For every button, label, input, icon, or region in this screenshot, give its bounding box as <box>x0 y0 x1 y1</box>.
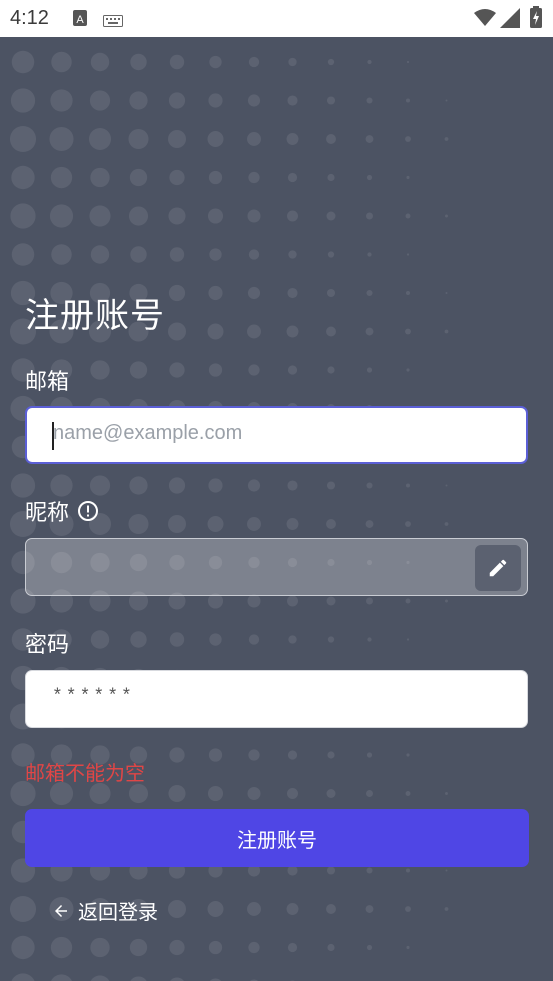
page-title: 注册账号 <box>25 296 165 336</box>
keyboard-icon <box>103 12 123 31</box>
pencil-icon <box>489 559 507 577</box>
battery-icon <box>530 6 542 32</box>
arrow-left-icon <box>55 904 67 917</box>
nickname-label-text: 昵称 <box>25 501 70 526</box>
register-button[interactable]: 注册账号 <box>25 809 529 867</box>
password-input[interactable]: ****** <box>25 670 528 728</box>
email-placeholder: name@example.com <box>53 422 243 444</box>
error-message: 邮箱不能为空 <box>25 761 145 785</box>
info-icon[interactable] <box>77 500 99 528</box>
svg-text:A: A <box>76 14 84 26</box>
edit-nickname-button[interactable] <box>475 545 521 591</box>
password-value: ****** <box>52 687 135 707</box>
back-to-login-link[interactable]: 返回登录 <box>52 896 158 925</box>
password-label: 密码 <box>25 633 70 658</box>
email-input[interactable]: name@example.com <box>25 406 528 464</box>
keyboard-a-icon: A <box>72 9 88 31</box>
status-time: 4:12 <box>10 7 49 29</box>
status-bar: 4:12 A <box>0 0 553 37</box>
nickname-label: 昵称 <box>25 495 99 528</box>
nickname-input[interactable] <box>25 538 528 596</box>
email-label: 邮箱 <box>25 370 70 395</box>
wifi-icon <box>474 8 496 30</box>
signal-icon <box>500 8 520 32</box>
back-to-login-label: 返回登录 <box>78 900 158 924</box>
